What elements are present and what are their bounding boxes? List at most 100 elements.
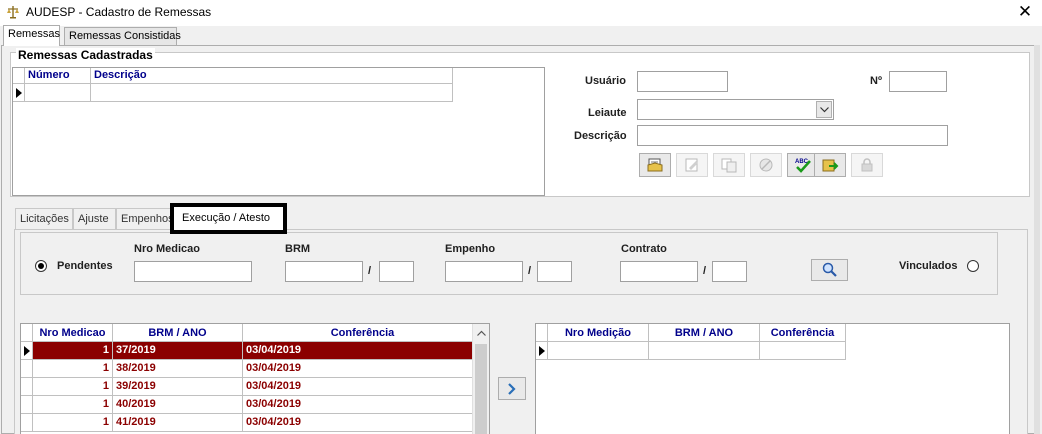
row-indicator-cell — [21, 378, 33, 396]
lock-button[interactable] — [851, 153, 883, 177]
usuario-field[interactable] — [637, 71, 728, 92]
new-remessa-button[interactable] — [639, 153, 671, 177]
grid-corner — [536, 324, 548, 342]
title-bar: AUDESP - Cadastro de Remessas ✕ — [0, 0, 1042, 26]
tab-remessas[interactable]: Remessas — [3, 25, 60, 46]
window-edge — [1034, 45, 1040, 434]
row-indicator-cell — [13, 84, 25, 102]
cancel-icon — [759, 158, 773, 172]
grid-corner — [21, 324, 33, 342]
row-4-nro[interactable]: 1 — [33, 396, 113, 414]
nro-medicao-field[interactable] — [134, 261, 252, 282]
new-document-icon — [647, 158, 663, 172]
col-descricao[interactable]: Descrição — [91, 68, 453, 84]
table-cell[interactable] — [649, 342, 760, 360]
empenho-label: Empenho — [445, 243, 496, 255]
vinculados-label: Vinculados — [899, 260, 958, 272]
row-pointer-icon — [16, 88, 22, 98]
contrato-separator: / — [703, 265, 707, 277]
lock-icon — [861, 158, 873, 172]
move-right-button[interactable] — [498, 377, 526, 400]
scroll-thumb[interactable] — [475, 344, 487, 434]
tab-licitacoes-label: Licitações — [20, 213, 69, 225]
col-brm-ano-right[interactable]: BRM / ANO — [649, 324, 760, 342]
cancel-button[interactable] — [750, 153, 782, 177]
row-5-brm[interactable]: 41/2019 — [113, 414, 243, 432]
table-cell[interactable] — [91, 84, 453, 102]
tab-empenhos-label: Empenhos — [121, 213, 174, 225]
brm-separator: / — [368, 265, 372, 277]
export-document-icon — [822, 159, 839, 172]
row-2-brm[interactable]: 38/2019 — [113, 360, 243, 378]
col-nro-medicao-right[interactable]: Nro Medição — [548, 324, 649, 342]
descricao-label: Descrição — [574, 130, 627, 142]
medicoes-scrollbar[interactable] — [472, 324, 489, 434]
spell-check-icon: ABC — [795, 159, 811, 173]
chevron-right-icon — [508, 382, 516, 395]
row-4-conferencia[interactable]: 03/04/2019 — [243, 396, 483, 414]
leiaute-select[interactable] — [637, 99, 834, 120]
numero-label: Nº — [870, 75, 882, 87]
close-icon[interactable]: ✕ — [1014, 2, 1036, 22]
descricao-field[interactable] — [637, 125, 948, 146]
empenho-ano-field[interactable] — [537, 261, 572, 282]
tab-empenhos[interactable]: Empenhos — [116, 208, 174, 229]
grid-corner — [13, 68, 25, 84]
row-1-conferencia[interactable]: 03/04/2019 — [243, 342, 483, 360]
tab-remessas-consistidas-label: Remessas Consistidas — [69, 30, 181, 42]
pendentes-radio[interactable] — [35, 260, 47, 272]
search-button[interactable] — [811, 259, 848, 281]
contrato-ano-field[interactable] — [712, 261, 747, 282]
row-2-conferencia[interactable]: 03/04/2019 — [243, 360, 483, 378]
col-conferencia-right[interactable]: Conferência — [760, 324, 846, 342]
remessas-group-title: Remessas Cadastradas — [16, 48, 155, 62]
table-cell[interactable] — [25, 84, 91, 102]
col-nro-medicao[interactable]: Nro Medicao — [33, 324, 113, 342]
chevron-down-icon[interactable] — [816, 101, 832, 118]
table-cell[interactable] — [760, 342, 846, 360]
scroll-up-icon[interactable] — [473, 324, 489, 341]
row-1-brm[interactable]: 37/2019 — [113, 342, 243, 360]
col-numero[interactable]: Número — [25, 68, 91, 84]
tab-ajuste-label: Ajuste — [78, 213, 109, 225]
tab-execucao-atesto[interactable]: Execução / Atesto — [170, 203, 287, 234]
col-conferencia[interactable]: Conferência — [243, 324, 483, 342]
tab-remessas-consistidas[interactable]: Remessas Consistidas — [64, 27, 181, 45]
row-3-brm[interactable]: 39/2019 — [113, 378, 243, 396]
empenho-field[interactable] — [445, 261, 523, 282]
medicoes-grid[interactable]: Nro Medicao BRM / ANO Conferência 1 37/2… — [20, 323, 490, 434]
vinculados-grid[interactable]: Nro Medição BRM / ANO Conferência — [535, 323, 1010, 434]
row-4-brm[interactable]: 40/2019 — [113, 396, 243, 414]
table-cell[interactable] — [548, 342, 649, 360]
export-remessa-button[interactable] — [814, 153, 846, 177]
row-indicator-cell — [21, 342, 33, 360]
copy-remessa-button[interactable] — [713, 153, 745, 177]
tab-ajuste[interactable]: Ajuste — [73, 208, 116, 229]
row-3-conferencia[interactable]: 03/04/2019 — [243, 378, 483, 396]
row-3-nro[interactable]: 1 — [33, 378, 113, 396]
col-brm-ano[interactable]: BRM / ANO — [113, 324, 243, 342]
numero-field[interactable] — [889, 71, 947, 92]
remessas-grid[interactable]: Número Descrição — [12, 67, 545, 196]
edit-document-icon — [685, 158, 698, 172]
row-2-nro[interactable]: 1 — [33, 360, 113, 378]
vinculados-radio[interactable] — [967, 260, 979, 272]
copy-document-icon — [721, 158, 737, 173]
row-1-nro[interactable]: 1 — [33, 342, 113, 360]
scales-icon — [7, 6, 19, 19]
row-indicator-cell — [21, 396, 33, 414]
brm-field[interactable] — [285, 261, 363, 282]
row-indicator-cell — [536, 342, 548, 360]
row-pointer-icon — [24, 346, 30, 356]
nro-medicao-label: Nro Medicao — [134, 243, 201, 255]
row-5-nro[interactable]: 1 — [33, 414, 113, 432]
brm-ano-field[interactable] — [379, 261, 414, 282]
contrato-field[interactable] — [620, 261, 698, 282]
contrato-label: Contrato — [621, 243, 667, 255]
empenho-separator: / — [528, 265, 532, 277]
edit-remessa-button[interactable] — [676, 153, 708, 177]
tab-licitacoes[interactable]: Licitações — [15, 208, 73, 229]
row-5-conferencia[interactable]: 03/04/2019 — [243, 414, 483, 432]
search-icon — [822, 262, 837, 277]
pendentes-label: Pendentes — [57, 260, 113, 272]
